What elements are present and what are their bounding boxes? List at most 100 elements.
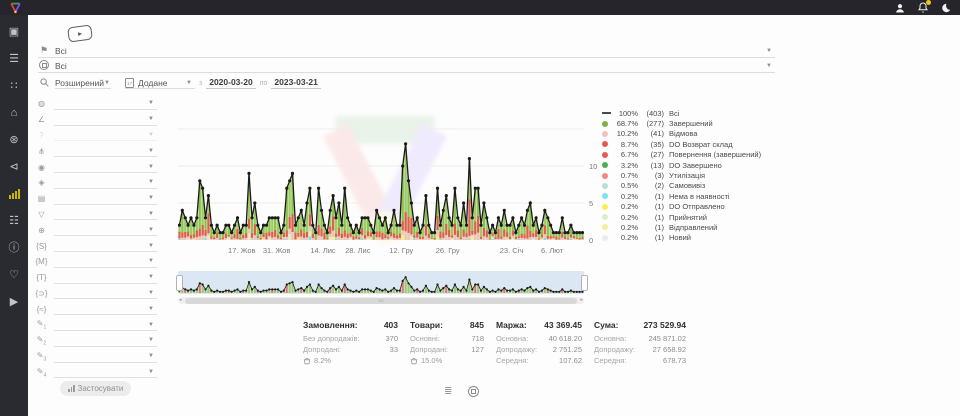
custom-field-4-icon: ✎4 (35, 367, 48, 379)
notifications-bell-icon[interactable] (917, 2, 929, 14)
date-to-input[interactable]: 2023-03-21 (271, 77, 320, 89)
scroll-right-icon[interactable]: ▸ (580, 297, 583, 304)
legend-count: (1) (638, 223, 664, 232)
filter-dropdown[interactable]: ▼ (54, 193, 157, 205)
person-icon: ◉ (35, 163, 48, 172)
rail-item-videos[interactable]: ▶ (6, 294, 22, 310)
legend-item[interactable]: 0.7%(3)Утилізація (602, 170, 772, 180)
search-icon[interactable] (38, 78, 50, 89)
date-from-input[interactable]: 2020-03-20 (206, 77, 255, 89)
filter-dropdown[interactable]: ▼ (54, 272, 157, 284)
rail-item-dashboard[interactable]: ▣ (6, 24, 22, 40)
stats-row: Допродажу:27 658.92 (594, 344, 686, 355)
legend-item[interactable]: 0.2%(1)Прийнятий (602, 212, 772, 222)
user-icon[interactable] (894, 2, 906, 14)
chevron-down-icon: ▼ (148, 353, 157, 359)
legend-pct: 100% (612, 109, 638, 118)
scrollbar-thumb[interactable]: ≡≡ (185, 298, 577, 304)
date-from-label: з (199, 80, 202, 87)
legend-item[interactable]: 68.7%(277)Завершений (602, 118, 772, 128)
product-filter-value: Всі (55, 61, 67, 71)
legend-pct: 0.2% (612, 233, 638, 242)
filter-dropdown[interactable]: ▼ (54, 98, 157, 110)
notification-badge (926, 0, 931, 5)
legend-item[interactable]: 100%(403)Всі (602, 108, 772, 118)
rail-item-analytics[interactable] (6, 186, 22, 202)
search-mode-select[interactable]: Розширений ▼ (55, 78, 111, 89)
filter-dropdown[interactable]: ▼ (54, 224, 157, 236)
rail-item-customers[interactable]: ∷ (6, 78, 22, 94)
theme-moon-icon[interactable] (940, 2, 952, 14)
apply-chart-icon (68, 385, 75, 392)
chevron-down-icon: ▼ (104, 80, 113, 86)
legend-item[interactable]: 0.2%(1)DO Отправлено (602, 202, 772, 212)
apply-button[interactable]: Застосувати (60, 381, 131, 396)
legend-item[interactable]: 8.7%(35)DO Возврат склад (602, 139, 772, 149)
legend-item[interactable]: 0.2%(1)Нема в наявності (602, 191, 772, 201)
status-filter-value: Всі (55, 46, 67, 56)
stats-title: Сума:273 529.94 (594, 320, 686, 330)
filter-row-field-t: {T}▼ (35, 270, 157, 286)
legend-count: (277) (638, 119, 664, 128)
brush-handle-left[interactable] (176, 275, 183, 291)
chevron-down-icon: ▼ (148, 274, 157, 280)
filter-dropdown[interactable]: ▼ (54, 319, 157, 331)
filter-dropdown[interactable]: ▼ (54, 208, 157, 220)
legend-label: DO Возврат склад (669, 140, 733, 149)
x-tick: 12. Гру (379, 246, 423, 255)
legend-item[interactable]: 10.2%(41)Відмова (602, 129, 772, 139)
footer-view-toggles: ≣ (444, 386, 479, 397)
rail-item-cart[interactable]: ⊛ (6, 132, 22, 148)
legend-item[interactable]: 0.2%(1)Новий (602, 233, 772, 243)
video-help-icon[interactable]: ▸ (67, 24, 93, 42)
filter-dropdown[interactable]: ▼ (54, 351, 157, 363)
filter-dropdown[interactable]: ▼ (54, 177, 157, 189)
filter-dropdown[interactable]: ▼ (54, 256, 157, 268)
calendar-icon: 17 (125, 78, 134, 88)
legend-item[interactable]: 3.2%(13)DO Завершено (602, 160, 772, 170)
rail-item-orders[interactable]: ☰ (6, 51, 22, 67)
legend-count: (1) (638, 213, 664, 222)
legend-swatch (602, 173, 612, 179)
filter-dropdown[interactable]: ▼ (54, 366, 157, 378)
legend-pct: 0.2% (612, 213, 638, 222)
legend-swatch (602, 235, 612, 241)
rail-item-info[interactable]: ⓘ (6, 240, 22, 256)
legend-item[interactable]: 6.7%(27)Повернення (завершений) (602, 150, 772, 160)
date-field-select[interactable]: 17 Додане ▼ (125, 78, 195, 89)
product-view-icon[interactable] (468, 386, 479, 397)
rail-item-settings[interactable]: ☷ (6, 213, 22, 229)
main-chart[interactable] (178, 100, 584, 240)
filter-dropdown[interactable]: ▼ (54, 145, 157, 157)
product-filter-select[interactable]: Всі ▼ (38, 59, 775, 73)
custom-field-3-icon: ✎3 (35, 351, 48, 363)
filter-dropdown[interactable]: ▼ (54, 114, 157, 126)
x-tick: 23. Січ (490, 246, 534, 255)
chevron-down-icon: ▼ (148, 322, 157, 328)
legend-swatch (602, 162, 612, 168)
legend-count: (1) (638, 192, 664, 201)
app-logo-icon[interactable] (9, 1, 22, 14)
package-icon (38, 60, 50, 72)
rail-item-announcements[interactable]: ⊲ (6, 159, 22, 175)
stats-title: Маржа:43 369.45 (496, 320, 582, 330)
list-view-icon[interactable]: ≣ (444, 386, 452, 397)
status-filter-select[interactable]: ⚑ Всі ▼ (38, 44, 775, 58)
chart-scrollbar[interactable]: ◂ ▸ ≡≡ (178, 297, 584, 304)
chart-brush[interactable] (178, 271, 584, 294)
filter-dropdown[interactable]: ▼ (54, 161, 157, 173)
filter-dropdown[interactable]: ▼ (54, 303, 157, 315)
filter-dropdown[interactable]: ▼ (54, 335, 157, 347)
legend-item[interactable]: 0.2%(1)Відправлений (602, 222, 772, 232)
legend-pct: 0.2% (612, 192, 638, 201)
filter-dropdown[interactable]: ▼ (54, 287, 157, 299)
legend-count: (27) (638, 150, 664, 159)
filter-dropdown[interactable]: ▼ (54, 129, 157, 141)
scroll-left-icon[interactable]: ◂ (179, 297, 182, 304)
filter-dropdown[interactable]: ▼ (54, 240, 157, 252)
legend-item[interactable]: 0.5%(2)Самовивіз (602, 181, 772, 191)
x-tick: 6. Лют (530, 246, 574, 255)
rail-item-store[interactable]: ⌂ (6, 105, 22, 121)
brush-handle-right[interactable] (581, 275, 588, 291)
rail-item-partners[interactable]: ♡ (6, 267, 22, 283)
